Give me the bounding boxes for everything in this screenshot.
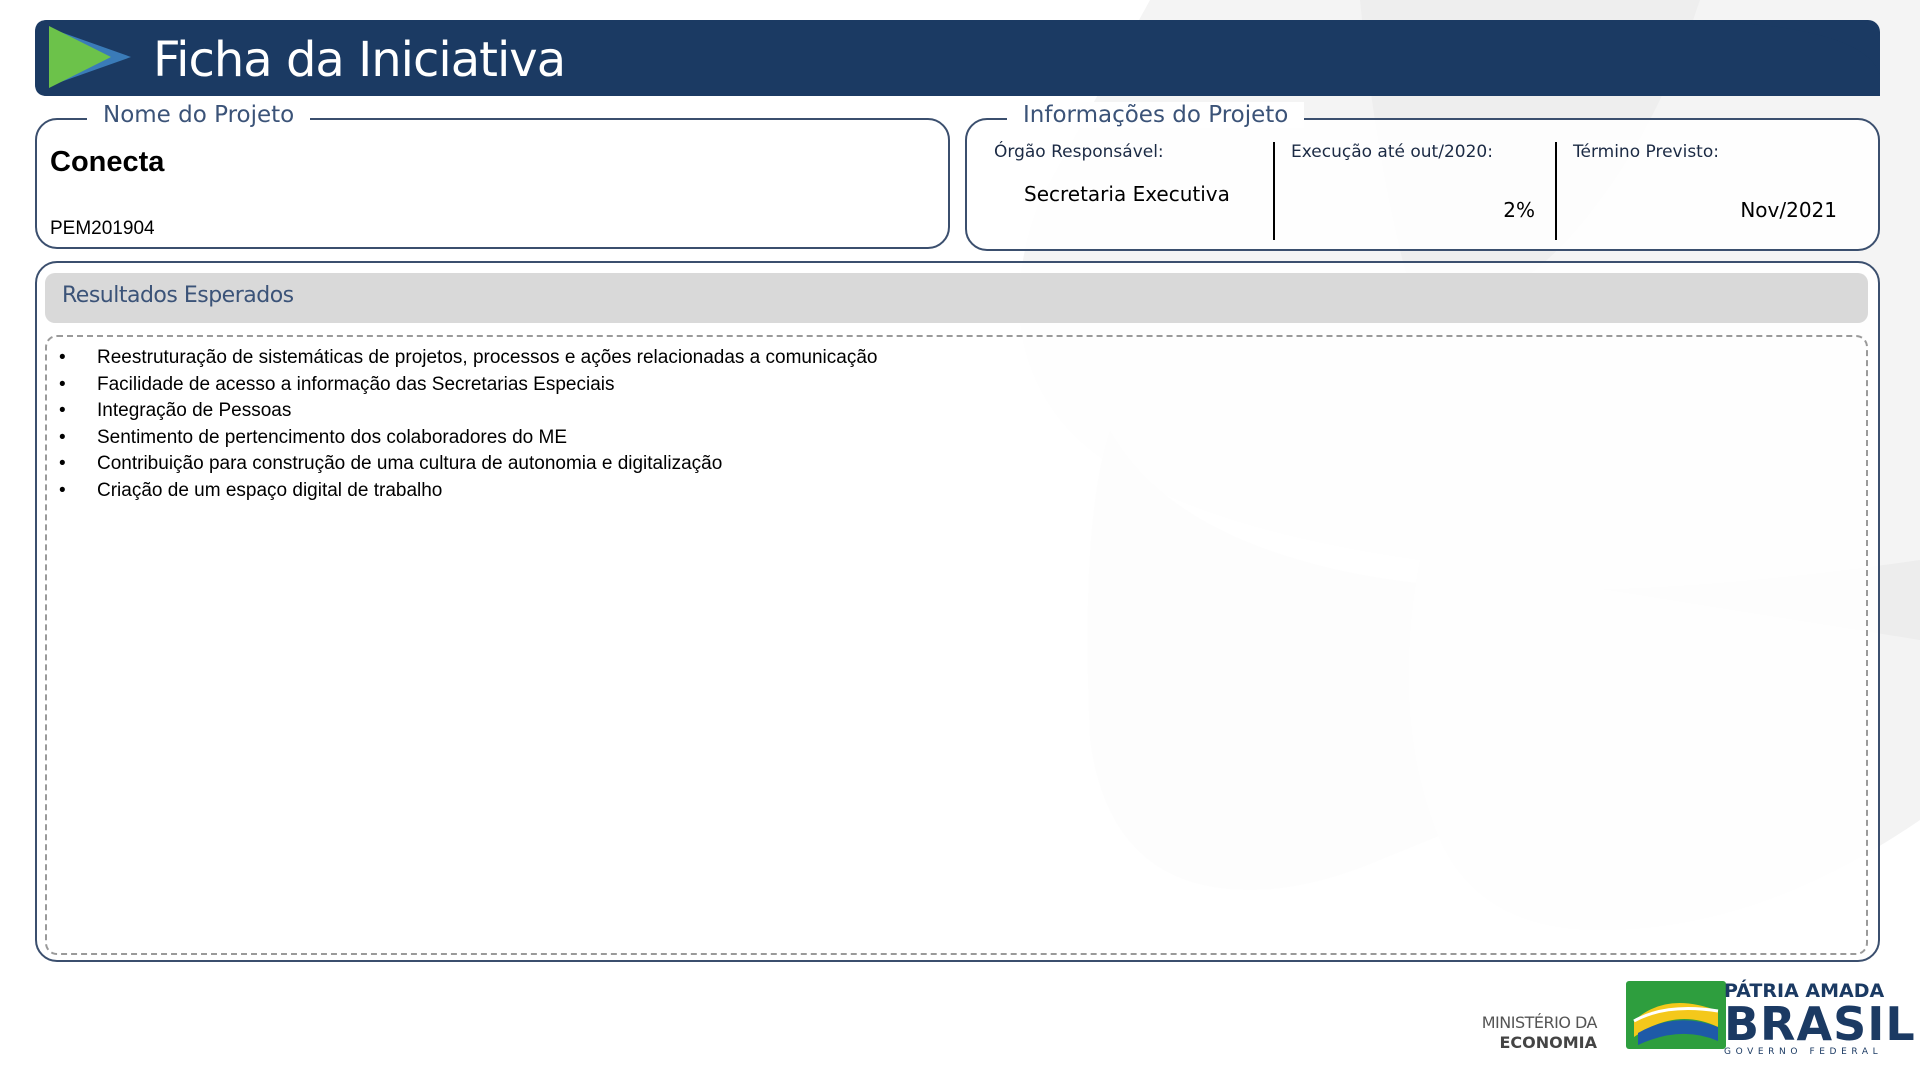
project-info-panel: Informações do Projeto Órgão Responsável…: [965, 102, 1880, 251]
ministry-logo: MINISTÉRIO DA ECONOMIA: [1480, 1013, 1598, 1053]
termino-previsto: Término Previsto: Nov/2021: [1559, 142, 1859, 240]
brand-line3: GOVERNO FEDERAL: [1724, 1047, 1883, 1057]
execucao-value: 2%: [1503, 198, 1535, 222]
bullet: •: [59, 426, 66, 448]
info-divider: [1273, 142, 1275, 240]
info-divider: [1555, 142, 1557, 240]
list-item-text: Sentimento de pertencimento dos colabora…: [97, 426, 567, 448]
brand-line2: BRASIL: [1724, 997, 1916, 1051]
list-item: • Criação de um espaço digital de trabalh…: [59, 478, 877, 505]
brasil-brand-logo: PÁTRIA AMADA BRASIL GOVERNO FEDERAL: [1724, 980, 1916, 1058]
project-name-legend: Nome do Projeto: [87, 102, 311, 128]
execucao: Execução até out/2020: 2%: [1277, 142, 1557, 240]
bullet: •: [59, 479, 66, 501]
termino-value: Nov/2021: [1740, 198, 1837, 222]
project-name: Conecta: [50, 146, 165, 178]
termino-label: Término Previsto:: [1573, 142, 1719, 162]
bullet: •: [59, 453, 66, 475]
bullet: •: [59, 400, 66, 422]
ministry-line1: MINISTÉRIO DA: [1481, 1013, 1598, 1032]
results-panel: Resultados Esperados • Reestruturação de …: [35, 261, 1880, 962]
list-item-text: Facilidade de acesso a informação das Se…: [97, 373, 615, 395]
list-item-text: Integração de Pessoas: [97, 400, 292, 422]
results-box: • Reestruturação de sistemáticas de proje…: [45, 335, 1868, 955]
list-item: • Facilidade de acesso a informação das S…: [59, 372, 877, 399]
orgao-responsavel: Órgão Responsável: Secretaria Executiva: [994, 142, 1259, 240]
list-item: • Integração de Pessoas: [59, 398, 877, 425]
results-title: Resultados Esperados: [62, 283, 294, 308]
list-item: • Reestruturação de sistemáticas de proje…: [59, 345, 877, 372]
play-arrow-icon: [49, 26, 131, 88]
bullet: •: [59, 347, 66, 368]
list-item: • Contribuição para construção de uma cul…: [59, 451, 877, 478]
project-info-legend: Informações do Projeto: [1007, 102, 1305, 128]
page-title: Ficha da Iniciativa: [153, 32, 566, 88]
list-item-text: Reestruturação de sistemáticas de projet…: [97, 347, 878, 368]
results-list: • Reestruturação de sistemáticas de proje…: [59, 345, 877, 505]
results-header: Resultados Esperados: [45, 273, 1868, 323]
bullet: •: [59, 373, 66, 395]
project-name-panel: Nome do Projeto Conecta PEM201904: [35, 102, 950, 249]
orgao-value: Secretaria Executiva: [1024, 182, 1230, 206]
list-item-text: Contribuição para construção de uma cult…: [97, 453, 723, 475]
list-item: • Sentimento de pertencimento dos colabor…: [59, 425, 877, 452]
project-code: PEM201904: [50, 218, 155, 239]
page-header: Ficha da Iniciativa: [35, 20, 1880, 96]
ministry-line2: ECONOMIA: [1499, 1033, 1597, 1052]
brazil-flag-icon: [1626, 981, 1726, 1049]
execucao-label: Execução até out/2020:: [1291, 142, 1493, 162]
list-item-text: Criação de um espaço digital de trabalho: [97, 479, 443, 501]
orgao-label: Órgão Responsável:: [994, 142, 1164, 162]
